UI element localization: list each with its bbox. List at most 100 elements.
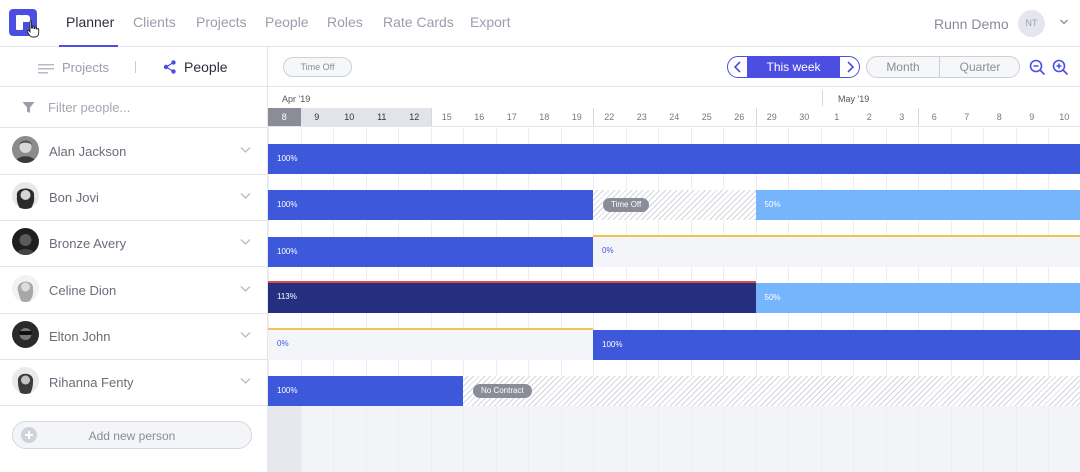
assignment-bar-full[interactable]: 100%	[268, 190, 593, 221]
avatar	[12, 367, 39, 394]
person-name: Alan Jackson	[49, 144, 127, 159]
chevron-down-icon[interactable]	[240, 146, 251, 154]
account-name[interactable]: Runn Demo	[934, 16, 1009, 32]
chevron-left-icon	[733, 61, 741, 73]
switch-people[interactable]: People	[163, 59, 228, 75]
people-sidebar: Projects People Alan Jackson Bon Jovi	[0, 47, 268, 472]
day-cell: 30	[799, 112, 810, 122]
chevron-down-icon[interactable]	[240, 192, 251, 200]
person-name: Rihanna Fenty	[49, 375, 134, 390]
day-cell: 6	[931, 112, 937, 122]
assignment-bar-zero[interactable]: 0%	[268, 327, 593, 360]
account-avatar[interactable]: NT	[1018, 10, 1045, 37]
no-contract-block[interactable]: No Contract	[463, 376, 1080, 406]
avatar	[12, 321, 39, 348]
add-new-person-button[interactable]: Add new person	[12, 421, 252, 449]
time-off-block[interactable]: Time Off	[593, 190, 756, 221]
month-divider	[822, 90, 823, 106]
timeline-lane[interactable]: 100%	[268, 128, 1080, 174]
timeline-lane[interactable]: 100% No Contract	[268, 360, 1080, 406]
day-cell: 8	[996, 112, 1002, 122]
assignment-bar-half[interactable]: 50%	[755, 190, 1080, 221]
person-row-rihanna-fenty[interactable]: Rihanna Fenty	[0, 359, 267, 406]
person-name: Bronze Avery	[49, 236, 127, 251]
chevron-down-icon[interactable]	[1059, 17, 1069, 27]
this-week-button[interactable]: This week	[748, 57, 839, 77]
assignment-bar-full[interactable]: 100%	[268, 236, 593, 267]
top-navigation: Planner Clients Projects People Roles Ra…	[0, 0, 1080, 47]
switch-projects-label: Projects	[62, 60, 109, 75]
day-cell: 2	[866, 112, 872, 122]
day-cell: 29	[766, 112, 777, 122]
person-row-alan-jackson[interactable]: Alan Jackson	[0, 128, 267, 175]
nav-roles[interactable]: Roles	[327, 14, 363, 30]
add-new-person-label: Add new person	[88, 429, 176, 443]
timeline-lane[interactable]: 113% 50%	[268, 267, 1080, 314]
funnel-icon	[22, 102, 35, 113]
nav-export[interactable]: Export	[470, 14, 510, 30]
assignment-bar-half[interactable]: 50%	[755, 283, 1080, 314]
calendar-header: Apr '19 May '19 8 9 10 11 12 15 16 17 18 19 22 23 24…	[268, 87, 1080, 127]
chevron-down-icon[interactable]	[240, 285, 251, 293]
view-quarter-button[interactable]: Quarter	[940, 57, 1019, 77]
today-column-highlight	[268, 406, 301, 472]
person-row-elton-john[interactable]: Elton John	[0, 313, 267, 360]
time-off-tag: Time Off	[603, 198, 650, 213]
day-cell: 26	[734, 112, 745, 122]
day-cell: 24	[669, 112, 680, 122]
timeline-lane[interactable]: 0% 100%	[268, 314, 1080, 360]
chevron-down-icon[interactable]	[240, 238, 251, 246]
timeline-lane[interactable]: 100% 0%	[268, 221, 1080, 267]
day-cell: 22	[604, 112, 615, 122]
period-view-switch: Month Quarter	[866, 56, 1020, 78]
filter-people-input[interactable]	[48, 97, 248, 117]
assignment-bar-full[interactable]: 100%	[268, 144, 1080, 174]
nav-rate-cards[interactable]: Rate Cards	[383, 14, 454, 30]
people-filter	[0, 87, 267, 128]
switch-people-label: People	[184, 59, 228, 75]
assignment-bar-full[interactable]: 100%	[593, 329, 1080, 360]
chevron-right-icon	[847, 61, 855, 73]
day-cell: 7	[964, 112, 970, 122]
switcher-divider	[135, 61, 136, 73]
day-cell: 10	[1059, 112, 1070, 122]
person-name: Bon Jovi	[49, 190, 99, 205]
view-switcher: Projects People	[0, 47, 267, 87]
avatar	[12, 275, 39, 302]
date-range-navigator: This week	[727, 56, 860, 78]
nav-people[interactable]: People	[265, 14, 309, 30]
person-row-bon-jovi[interactable]: Bon Jovi	[0, 174, 267, 221]
no-contract-tag: No Contract	[473, 384, 532, 398]
nav-projects[interactable]: Projects	[196, 14, 247, 30]
day-cell: 8	[268, 108, 301, 126]
day-cell: 10	[333, 108, 366, 126]
nav-clients[interactable]: Clients	[133, 14, 176, 30]
assignment-bar-over[interactable]: 113%	[268, 281, 756, 314]
day-cell: 16	[474, 112, 485, 122]
timeline-lane[interactable]: 100% Time Off 50%	[268, 174, 1080, 221]
switch-projects[interactable]: Projects	[38, 60, 109, 75]
day-cell: 23	[636, 112, 647, 122]
nav-planner[interactable]: Planner	[66, 14, 114, 30]
avatar	[12, 182, 39, 209]
view-month-button[interactable]: Month	[867, 57, 940, 77]
person-name: Celine Dion	[49, 283, 117, 298]
avatar	[12, 228, 39, 255]
week-divider	[918, 108, 919, 126]
person-row-celine-dion[interactable]: Celine Dion	[0, 267, 267, 314]
next-period-button[interactable]	[839, 57, 859, 77]
time-off-toggle[interactable]: Time Off	[283, 57, 352, 77]
day-cell: 3	[899, 112, 905, 122]
person-row-bronze-avery[interactable]: Bronze Avery	[0, 220, 267, 267]
zoom-out-icon[interactable]	[1029, 59, 1046, 76]
chevron-down-icon[interactable]	[240, 331, 251, 339]
previous-period-button[interactable]	[728, 57, 748, 77]
chevron-down-icon[interactable]	[240, 377, 251, 385]
planner-grid: 100% 100% Time Off 50% 100% 0% 113% 50% 0% 100% 10…	[268, 128, 1080, 472]
planner-toolbar: Time Off This week Month Quarter	[268, 47, 1080, 87]
assignment-bar-full[interactable]: 100%	[268, 376, 463, 406]
zoom-in-icon[interactable]	[1052, 59, 1069, 76]
list-lines-icon	[38, 63, 54, 74]
assignment-bar-zero[interactable]: 0%	[593, 234, 1080, 267]
day-cell: 25	[701, 112, 712, 122]
